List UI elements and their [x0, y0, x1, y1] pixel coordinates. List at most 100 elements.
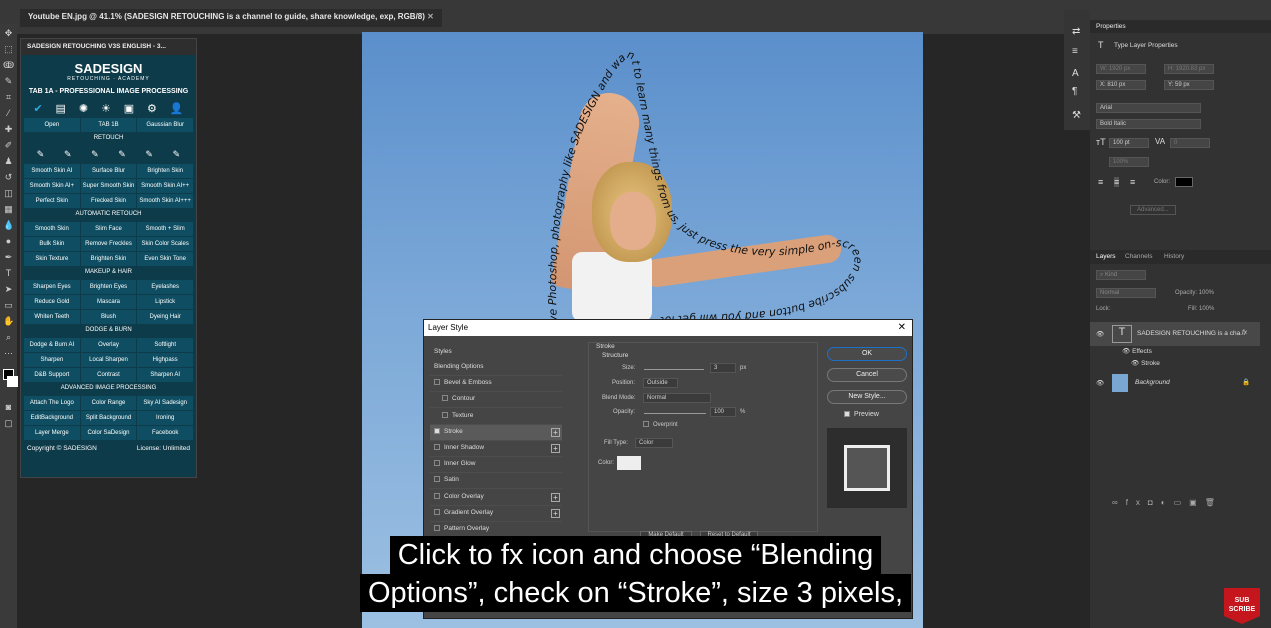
path-select-icon[interactable]: ➤ — [3, 284, 14, 295]
shape-tool-icon[interactable]: ▭ — [3, 300, 14, 311]
save-icon[interactable]: ▣ — [124, 102, 134, 115]
fill-type-select[interactable]: Color — [635, 438, 673, 448]
plugin-button[interactable]: D&B Support — [24, 368, 80, 382]
checkbox[interactable] — [434, 508, 440, 515]
plugin-button[interactable]: TAB 1B — [80, 118, 137, 132]
opacity-slider[interactable] — [644, 413, 706, 414]
font-style-select[interactable]: Bold Italic — [1096, 119, 1201, 129]
eraser-tool-icon[interactable]: ◫ — [3, 188, 14, 199]
plugin-button[interactable]: Blush — [80, 310, 137, 324]
plugin-button[interactable]: Brighten Skin — [137, 164, 194, 178]
checkbox[interactable] — [434, 476, 440, 483]
plugin-button[interactable]: Reduce Gold — [24, 295, 80, 309]
user-icon[interactable]: 👤 — [170, 102, 184, 115]
plugin-button[interactable]: Lipstick — [137, 295, 194, 309]
plugin-button[interactable]: Surface Blur — [80, 164, 137, 178]
plugin-button[interactable]: Mascara — [80, 295, 137, 309]
checkbox[interactable] — [442, 411, 448, 418]
plugin-button[interactable]: Sharpen Eyes — [24, 280, 80, 294]
plugin-button[interactable]: Layer Merge — [24, 426, 80, 440]
plugin-button[interactable]: Smooth + Slim — [137, 222, 194, 236]
y-field[interactable]: Y: 59 px — [1164, 80, 1214, 90]
plugin-button[interactable]: Smooth Skin AI+ — [24, 179, 80, 193]
more-tools-icon[interactable]: ⋯ — [3, 348, 14, 359]
position-select[interactable]: Outside — [643, 378, 678, 388]
document-tab[interactable]: Youtube EN.jpg @ 41.1% (SADESIGN RETOUCH… — [20, 9, 442, 27]
checkbox[interactable] — [434, 525, 440, 531]
layer-blend-mode-select[interactable]: Normal — [1096, 288, 1156, 298]
style-item-gradient-overlay[interactable]: Gradient Overlay + — [430, 506, 562, 522]
crop-tool-icon[interactable]: ⌗ — [3, 92, 14, 103]
stroke-color-swatch[interactable] — [617, 456, 641, 470]
style-item-contour[interactable]: Contour — [430, 392, 562, 409]
plugin-button[interactable]: Dodge & Burn AI — [24, 338, 80, 352]
plugin-button[interactable]: Ironing — [137, 411, 194, 425]
effects-row[interactable]: 👁 Effects — [1122, 347, 1271, 355]
brightness-icon[interactable]: ☀ — [101, 102, 111, 115]
plugin-button[interactable]: Gaussian Blur — [137, 118, 194, 132]
cancel-button[interactable]: Cancel — [827, 368, 907, 382]
opacity-input[interactable]: 100 — [710, 407, 736, 417]
dodge-tool-icon[interactable]: ● — [3, 236, 14, 247]
plugin-button[interactable]: Even Skin Tone — [137, 252, 194, 266]
x-field[interactable]: X: 810 px — [1096, 80, 1146, 90]
eye-icon[interactable]: 👁 — [1122, 348, 1132, 355]
brush-tool-icon[interactable]: ✐ — [3, 140, 14, 151]
style-item-blending-options[interactable]: Blending Options — [430, 360, 562, 376]
add-icon[interactable]: + — [551, 427, 560, 437]
style-item-color-overlay[interactable]: Color Overlay + — [430, 490, 562, 506]
plugin-button[interactable]: Dyeing Hair — [137, 310, 194, 324]
healing-tool-icon[interactable]: ✚ — [3, 124, 14, 135]
add-icon[interactable]: + — [551, 444, 560, 453]
overprint-checkbox[interactable]: Overprint — [643, 421, 678, 428]
tab-channels[interactable]: Channels — [1125, 253, 1152, 260]
font-size-field[interactable]: 100 pt — [1109, 138, 1149, 148]
plugin-button[interactable]: Smooth Skin AI — [24, 164, 80, 178]
add-icon[interactable]: + — [551, 508, 560, 518]
plugin-button[interactable]: Sky AI Sadesign — [137, 396, 194, 410]
text-color-swatch[interactable] — [1175, 177, 1193, 187]
new-style-button[interactable]: New Style... — [827, 390, 907, 404]
plugin-button[interactable]: Skin Color Scales — [137, 237, 194, 251]
quick-mask-icon[interactable]: ◙ — [3, 402, 14, 413]
checkmark-icon[interactable]: ✔ — [33, 102, 42, 115]
eye-icon[interactable]: 👁 — [1096, 379, 1104, 387]
plugin-button[interactable]: Super Smooth Skin — [80, 179, 137, 193]
blur-tool-icon[interactable]: 💧 — [3, 220, 14, 231]
layer-row-background[interactable]: 👁 Background 🔒 — [1090, 372, 1260, 394]
add-icon[interactable]: + — [551, 492, 560, 502]
background-color-swatch[interactable] — [7, 376, 18, 387]
stroke-effect-row[interactable]: 👁 Stroke — [1131, 359, 1271, 367]
paragraph-icon[interactable]: ¶ — [1072, 86, 1077, 97]
pen-tool-icon[interactable]: ✒ — [3, 252, 14, 263]
plugin-button[interactable]: Smooth Skin — [24, 222, 80, 236]
plugin-button[interactable]: Smooth Skin AI++ — [137, 179, 194, 193]
style-item-bevel-emboss[interactable]: Bevel & Emboss — [430, 376, 562, 393]
height-field[interactable]: H: 1920.83 px — [1164, 64, 1214, 74]
eye-icon[interactable]: 👁 — [1131, 360, 1141, 367]
tab-layers[interactable]: Layers — [1096, 253, 1116, 260]
plugin-button[interactable]: Overlay — [80, 338, 137, 352]
sliders-icon[interactable]: ≡ — [1072, 46, 1078, 57]
plugin-button[interactable]: Sharpen — [24, 353, 80, 367]
type-tool-icon[interactable]: T — [3, 268, 14, 279]
style-item-inner-shadow[interactable]: Inner Shadow + — [430, 441, 562, 457]
plugin-button[interactable]: Contrast — [80, 368, 137, 382]
plugin-button[interactable]: Attach The Logo — [24, 396, 80, 410]
style-item-inner-glow[interactable]: Inner Glow — [430, 457, 562, 474]
move-tool-icon[interactable]: ✥ — [3, 28, 14, 39]
gradient-tool-icon[interactable]: ▦ — [3, 204, 14, 215]
style-item-stroke[interactable]: Stroke + — [430, 424, 562, 441]
plugin-button[interactable]: Sharpen AI — [137, 368, 194, 382]
plugin-button[interactable]: Softlight — [137, 338, 194, 352]
tab-history[interactable]: History — [1164, 253, 1184, 260]
close-icon[interactable]: ✕ — [898, 322, 906, 333]
plugin-button[interactable]: Local Sharpen — [80, 353, 137, 367]
history-brush-icon[interactable]: ↺ — [3, 172, 14, 183]
checkbox[interactable] — [434, 379, 440, 386]
document-icon[interactable]: ▤ — [56, 102, 66, 115]
style-item-texture[interactable]: Texture — [430, 409, 562, 425]
checkbox[interactable] — [434, 444, 440, 450]
width-field[interactable]: W: 1920 px — [1096, 64, 1146, 74]
plugin-button[interactable]: Highpass — [137, 353, 194, 367]
